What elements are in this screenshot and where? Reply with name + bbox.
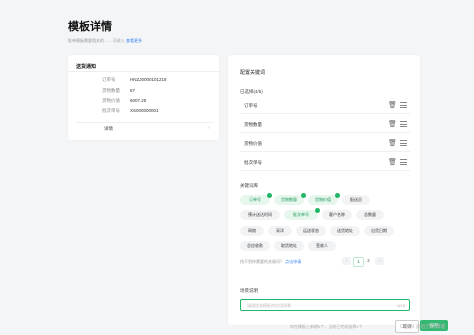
field-value: 57 [130, 88, 136, 93]
selected-item[interactable]: 订单号 🗑 [240, 99, 410, 114]
keyword-chip[interactable]: 订单号 [240, 193, 272, 205]
field-label: 货物数量 [102, 88, 120, 93]
drag-handle-icon[interactable] [400, 121, 407, 127]
field-value: HNZJ0000101218 [130, 77, 167, 82]
selected-item[interactable]: 货物数量 🗑 [240, 118, 410, 133]
watermark: CSDN @远方的博客 [400, 324, 446, 330]
keyword-chip[interactable]: 运送状态 [296, 226, 326, 236]
field-label: 订单号 [102, 77, 116, 82]
page-title: 模板详情 [68, 21, 112, 33]
selected-item-label: 批次单号 [244, 160, 262, 165]
keyword-config-card: 配置关键词 已选择(4/5) 订单号 🗑 货物数量 🗑 货物价值 🗑 批次单号 … [228, 55, 420, 325]
scene-placeholder: 请描述该模板的应用场景 [247, 303, 291, 308]
scene-char-count: 0/15 [397, 303, 405, 308]
selected-item[interactable]: 货物价值 🗑 [240, 137, 410, 152]
trash-icon[interactable]: 🗑 [388, 158, 397, 167]
check-dot-icon [315, 208, 320, 213]
check-dot-icon [267, 193, 272, 198]
trash-icon[interactable]: 🗑 [388, 120, 397, 129]
field-label: 货物价值 [102, 98, 120, 103]
drag-handle-icon[interactable] [400, 140, 407, 146]
check-dot-icon [335, 193, 340, 198]
chevron-right-icon[interactable]: › [208, 125, 210, 131]
selected-item-label: 货物价值 [244, 141, 262, 146]
keyword-chip[interactable]: 采洋 [268, 226, 292, 236]
field-label: 批次单号 [102, 108, 120, 113]
field-value: 6007.25 [130, 98, 147, 103]
detail-link[interactable]: 详情 [104, 126, 113, 132]
field-value: XS000000001 [130, 108, 159, 113]
page-subtitle: 批单模板需要相关的 ...... 可进入 查看更多 [68, 38, 142, 44]
scene-input[interactable]: 请描述该模板的应用场景 0/15 [240, 299, 410, 311]
keyword-chip[interactable]: 货物数量 [274, 193, 306, 205]
selected-item-label: 订单号 [244, 103, 258, 108]
keyword-chip[interactable]: 客户名称 [322, 210, 352, 220]
keyword-chip[interactable]: 预计送达时间 [240, 210, 280, 220]
check-dot-icon [301, 193, 306, 198]
keyword-chip[interactable]: 总数量 [356, 210, 384, 220]
keyword-chip[interactable]: 货物价值 [308, 193, 340, 205]
next-page-button[interactable]: › [375, 257, 384, 265]
preview-divider [68, 71, 219, 72]
prev-page-button[interactable]: ‹ [342, 257, 351, 265]
trash-icon[interactable]: 🗑 [388, 139, 397, 148]
keyword-chip[interactable]: 签收人 [308, 241, 336, 251]
keyword-chip[interactable]: 出货日期 [364, 226, 394, 236]
keywords-label: 关键词库 [240, 183, 258, 188]
page-button[interactable]: 1 [353, 257, 364, 267]
keyword-hint: 找不到你需要的关键词？ 点击申请 [240, 259, 301, 265]
keyword-chip[interactable]: 网络 [240, 226, 264, 236]
page-button[interactable]: 2 [364, 257, 373, 265]
apply-link[interactable]: 点击申请 [285, 259, 301, 264]
trash-icon[interactable]: 🗑 [388, 101, 397, 110]
selected-item-label: 货物数量 [244, 122, 262, 127]
detail-divider [76, 122, 213, 123]
subtitle-link[interactable]: 查看更多 [126, 38, 142, 43]
subtitle-text: 批单模板需要相关的 ...... 可进入 [68, 38, 125, 43]
selected-label: 已选择(4/5) [240, 89, 263, 94]
keyword-chip[interactable]: 送货地址 [330, 226, 360, 236]
keyword-chip[interactable]: 配送员 [342, 195, 370, 205]
hint-text: 找不到你需要的关键词？ [240, 259, 284, 264]
keyword-chip[interactable]: 取货地址 [274, 241, 304, 251]
template-preview-card: 送货通知 订单号 HNZJ0000101218 货物数量 57 货物价值 600… [68, 55, 219, 140]
drag-handle-icon[interactable] [400, 159, 407, 165]
config-title: 配置关键词 [240, 70, 266, 76]
drag-handle-icon[interactable] [400, 102, 407, 108]
scene-label: 场景说明 [240, 288, 258, 293]
preview-title: 送货通知 [76, 64, 97, 70]
keyword-chip[interactable]: 批次单号 [284, 208, 320, 220]
keyword-chip[interactable]: 总应收款 [240, 241, 270, 251]
footer-note: 你在模板上新增5个，当前已完成选择1个 [290, 324, 363, 329]
selected-item[interactable]: 批次单号 🗑 [240, 156, 410, 171]
